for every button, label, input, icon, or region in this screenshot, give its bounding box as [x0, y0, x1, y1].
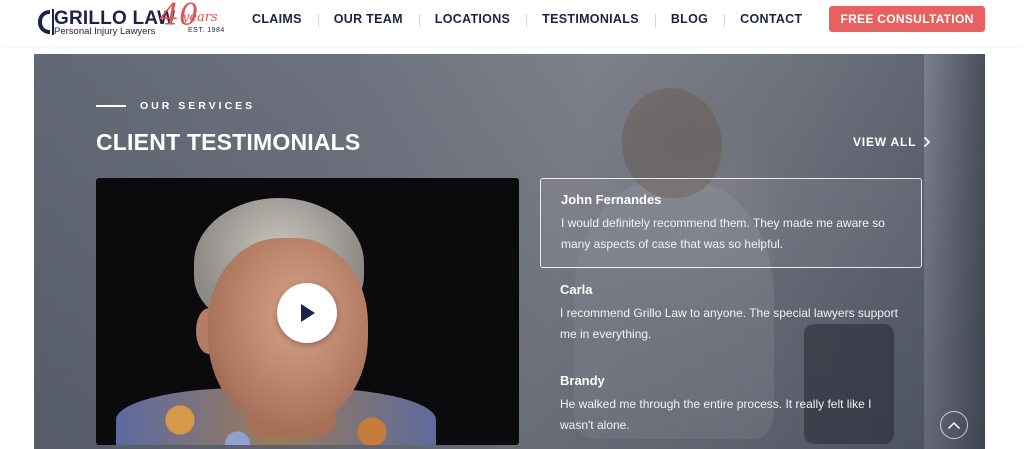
nav-item-testimonials[interactable]: TESTIMONIALS [526, 12, 655, 27]
view-all-link[interactable]: VIEW ALL [853, 135, 932, 149]
testimonials-section: OUR SERVICES CLIENT TESTIMONIALS VIEW AL… [34, 54, 985, 449]
testimonial-name: Carla [560, 282, 593, 297]
grillo-law-logo[interactable]: GRILLO LAW Personal Injury Lawyers 40 ye… [36, 1, 226, 39]
nav-item-our-team[interactable]: OUR TEAM [317, 12, 419, 27]
section-eyebrow: OUR SERVICES [140, 100, 256, 112]
testimonial-text: I recommend Grillo Law to anyone. The sp… [560, 306, 898, 341]
play-button[interactable] [277, 283, 337, 343]
logo-tagline: Personal Injury Lawyers [54, 26, 156, 37]
free-consultation-button[interactable]: FREE CONSULTATION [829, 6, 985, 32]
testimonial-name: Brandy [560, 373, 605, 388]
nav-item-locations[interactable]: LOCATIONS [418, 12, 526, 27]
chevron-up-icon [948, 421, 960, 429]
nav-item-contact[interactable]: CONTACT [724, 12, 818, 27]
testimonial-text: He walked me through the entire process.… [560, 397, 872, 432]
testimonial-text: I would definitely recommend them. They … [561, 216, 885, 251]
testimonial-card-active[interactable]: John Fernandes I would definitely recomm… [540, 178, 922, 268]
main-nav: CLAIMS OUR TEAM LOCATIONS TESTIMONIALS B… [236, 0, 818, 38]
nav-item-claims[interactable]: CLAIMS [236, 12, 318, 26]
logo-g-mark-icon [38, 9, 54, 35]
testimonial-card[interactable]: Brandy He walked me through the entire p… [540, 373, 922, 436]
eyebrow-line [96, 105, 126, 107]
testimonial-name: John Fernandes [561, 192, 662, 207]
site-header: GRILLO LAW Personal Injury Lawyers 40 ye… [0, 0, 1024, 46]
view-all-label: VIEW ALL [853, 135, 917, 149]
play-icon [301, 304, 315, 322]
testimonial-video[interactable] [96, 178, 519, 445]
section-title: CLIENT TESTIMONIALS [96, 129, 361, 155]
nav-item-blog[interactable]: BLOG [654, 12, 724, 27]
scroll-to-top-button[interactable] [940, 411, 968, 439]
testimonial-card[interactable]: Carla I recommend Grillo Law to anyone. … [540, 282, 922, 345]
logo-est: EST. 1984 [188, 27, 225, 34]
logo-years: years [182, 10, 218, 25]
chevron-right-icon [924, 137, 931, 147]
